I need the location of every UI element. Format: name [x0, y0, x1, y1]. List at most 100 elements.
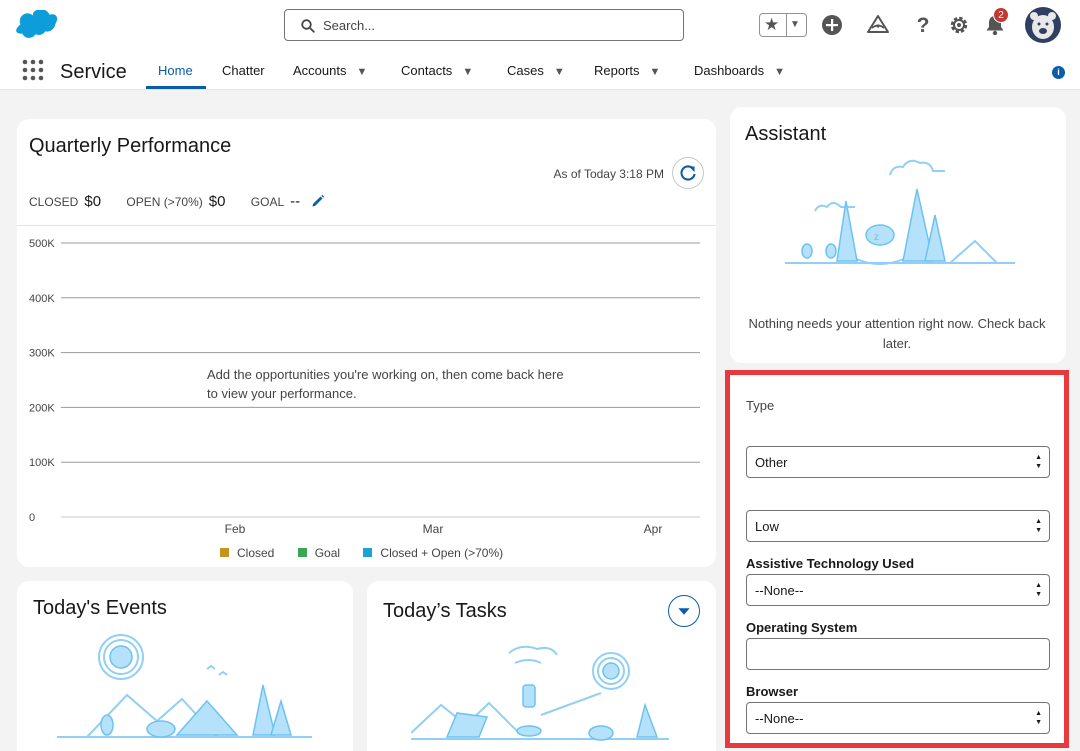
search-icon: [301, 19, 315, 33]
priority-selected-value: Low: [755, 519, 779, 534]
priority-select[interactable]: Low ▲ ▼: [746, 510, 1050, 542]
chart-legend: Closed Goal Closed + Open (>70%): [220, 546, 523, 560]
y-axis-tick-label: 0: [29, 512, 35, 524]
operating-system-label: Operating System: [746, 620, 858, 635]
y-axis-tick-label: 200K: [29, 402, 55, 414]
favorites-star-icon: ★: [764, 15, 780, 34]
sleeping-camp-illustration: z: [785, 159, 1015, 265]
add-icon[interactable]: [821, 14, 843, 36]
tab-dashboards[interactable]: Dashboards ▼: [694, 63, 785, 78]
chart-empty-message: Add the opportunities you're working on,…: [207, 365, 573, 403]
tab-chatter-label: Chatter: [222, 63, 265, 78]
svg-text:z: z: [874, 232, 879, 243]
chevron-down-icon[interactable]: ▼: [356, 66, 367, 78]
active-tab-indicator: [146, 86, 206, 89]
edit-pencil-icon[interactable]: [311, 194, 325, 208]
tab-accounts-label: Accounts: [293, 63, 347, 78]
legend-closed-open-label: Closed + Open (>70%): [380, 546, 504, 560]
todays-tasks-card: Today’s Tasks: [367, 581, 716, 751]
select-arrows-icon: ▲ ▼: [1035, 454, 1042, 470]
assistive-technology-label: Assistive Technology Used: [746, 556, 915, 571]
tab-chatter[interactable]: Chatter: [222, 63, 265, 78]
setup-gear-icon[interactable]: [948, 14, 970, 36]
todays-events-card: Today's Events: [17, 581, 353, 751]
assistant-card: Assistant z Nothing needs your attention…: [730, 107, 1066, 363]
goal-label: GOAL: [250, 195, 285, 209]
help-icon[interactable]: ?: [912, 14, 934, 36]
legend-swatch-goal: [297, 548, 307, 557]
tasks-filter-dropdown-icon[interactable]: [668, 595, 700, 627]
operating-system-input[interactable]: [746, 638, 1050, 670]
refresh-icon[interactable]: [672, 157, 704, 189]
select-arrows-icon: ▲ ▼: [1035, 518, 1042, 534]
browser-select[interactable]: --None-- ▲ ▼: [746, 702, 1050, 734]
legend-closed-label: Closed: [237, 546, 275, 560]
y-axis-tick-label: 400K: [29, 293, 55, 305]
svg-text:?: ?: [917, 14, 930, 36]
search-placeholder: Search...: [323, 18, 376, 33]
browser-selected-value: --None--: [755, 711, 804, 726]
tab-home[interactable]: Home: [158, 63, 193, 78]
tab-accounts[interactable]: Accounts ▼: [293, 63, 367, 78]
legend-closed: Closed: [220, 546, 274, 560]
assistant-empty-message: Nothing needs your attention right now. …: [748, 316, 1046, 351]
favorites-button[interactable]: ★ ▼: [759, 13, 807, 37]
legend-swatch-closed: [220, 548, 229, 557]
type-select[interactable]: Other ▲ ▼: [746, 446, 1050, 478]
info-icon[interactable]: i: [1052, 66, 1065, 79]
card-title: Today's Events: [33, 597, 167, 619]
card-title: Quarterly Performance: [29, 135, 232, 157]
quarterly-performance-card: Quarterly Performance As of Today 3:18 P…: [17, 119, 716, 567]
x-axis-tick-label: Mar: [423, 522, 444, 536]
select-arrows-icon: ▲ ▼: [1035, 582, 1042, 598]
tab-reports[interactable]: Reports ▼: [594, 63, 660, 78]
y-axis-tick-label: 500K: [29, 238, 55, 250]
salesforce-cloud-logo[interactable]: [16, 10, 58, 40]
card-title: Assistant: [745, 123, 827, 145]
legend-goal: Goal: [297, 546, 341, 560]
notification-count-badge: 2: [993, 7, 1009, 23]
tab-reports-label: Reports: [594, 63, 640, 78]
legend-closed-open: Closed + Open (>70%): [363, 546, 503, 560]
global-search[interactable]: Search...: [284, 9, 684, 41]
tab-contacts-label: Contacts: [401, 63, 453, 78]
x-axis-tick-label: Feb: [225, 522, 246, 536]
open-value: $0: [208, 193, 226, 210]
chevron-down-icon[interactable]: ▼: [774, 66, 785, 78]
avatar[interactable]: [1025, 7, 1061, 43]
y-axis-tick-label: 100K: [29, 457, 55, 469]
chevron-down-icon[interactable]: ▼: [650, 66, 661, 78]
closed-label: CLOSED: [29, 195, 79, 209]
performance-metrics: CLOSED $0 OPEN (>70%) $0 GOAL --: [29, 193, 325, 210]
goal-value: --: [290, 193, 301, 210]
legend-goal-label: Goal: [314, 546, 341, 560]
chevron-down-icon[interactable]: ▼: [462, 66, 473, 78]
trailhead-icon[interactable]: [867, 14, 889, 36]
tab-contacts[interactable]: Contacts ▼: [401, 63, 473, 78]
type-label: Type: [746, 398, 775, 413]
assistive-technology-select[interactable]: --None-- ▲ ▼: [746, 574, 1050, 606]
closed-value: $0: [84, 193, 102, 210]
tab-cases[interactable]: Cases ▼: [507, 63, 565, 78]
campfire-illustration: [411, 645, 669, 741]
browser-label: Browser: [746, 684, 799, 699]
favorites-separator: [786, 14, 787, 36]
select-arrows-icon: ▲ ▼: [1035, 710, 1042, 726]
favorites-menu-chevron-icon[interactable]: ▼: [790, 19, 800, 30]
type-selected-value: Other: [755, 455, 788, 470]
assistive-technology-selected-value: --None--: [755, 583, 804, 598]
legend-swatch-closed-open: [363, 548, 373, 557]
chevron-down-icon[interactable]: ▼: [554, 66, 565, 78]
y-axis-tick-label: 300K: [29, 348, 55, 360]
x-axis-tick-label: Apr: [644, 522, 663, 536]
case-details-form: Type Other ▲ ▼ Low ▲ ▼ Assistive Technolog…: [725, 370, 1069, 748]
app-nav-bar: Service Home Chatter Accounts ▼ Contacts ▼…: [0, 52, 1080, 90]
app-launcher-icon[interactable]: [22, 59, 44, 81]
tab-cases-label: Cases: [507, 63, 544, 78]
global-header: Search... ★ ▼ ? 2: [0, 0, 1080, 52]
open-label: OPEN (>70%): [126, 195, 203, 209]
card-title: Today’s Tasks: [383, 600, 507, 622]
tab-dashboards-label: Dashboards: [694, 63, 765, 78]
app-name: Service: [60, 61, 127, 83]
user-avatar-bear-icon: [1030, 12, 1056, 39]
